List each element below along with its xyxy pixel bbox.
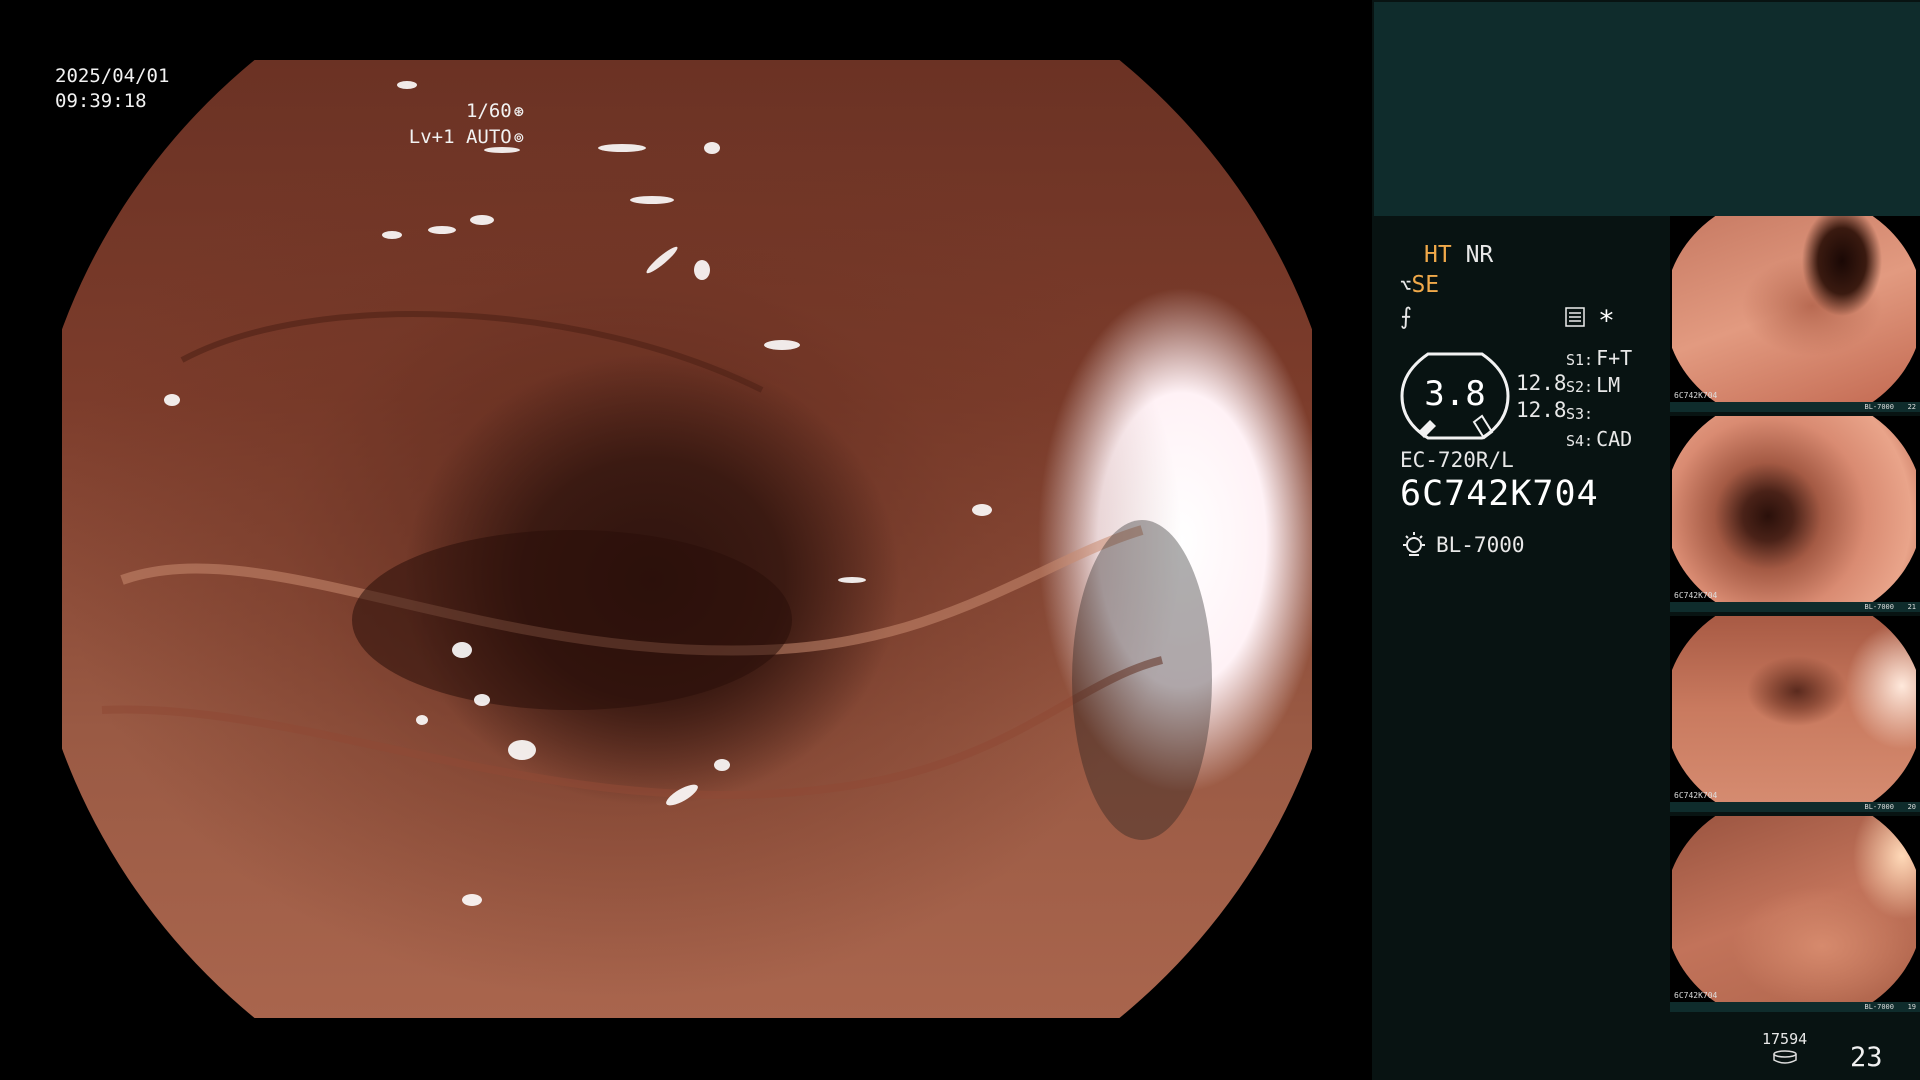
- thumbnail-serial: 6C742K704: [1674, 591, 1718, 600]
- scope-switch-settings: S1: F+T S2: LM S3: S4: CAD: [1566, 346, 1632, 454]
- storage-count: 17594: [1762, 1030, 1808, 1048]
- gauge-value: 3.8: [1424, 374, 1486, 414]
- scope-serial-number: 6C742K704: [1400, 474, 1599, 514]
- switch-s3: S3:: [1566, 405, 1594, 423]
- video-settings-overlay: 1/60 ⊛ Lv+1 AUTO ⊚: [409, 99, 524, 151]
- mucosa-highlights: [101, 81, 1212, 906]
- thumbnail-serial: 6C742K704: [1674, 791, 1718, 800]
- thumbnail-image: [1672, 816, 1916, 1002]
- thumbnail-lamp: BL-7000: [1864, 1003, 1894, 1011]
- nr-indicator: NR: [1465, 242, 1494, 268]
- light-source-model: BL-7000: [1436, 533, 1525, 557]
- thumbnail-image: [1672, 416, 1916, 602]
- thumbnail-index: 22: [1907, 403, 1916, 411]
- storage-counter: 17594: [1762, 1030, 1807, 1064]
- storage-disk-icon: [1772, 1050, 1797, 1064]
- thumbnail-index: 20: [1907, 803, 1916, 811]
- endoscope-live-view: 2025/04/01 09:39:18 1/60 ⊛ Lv+1 AUTO ⊚: [0, 0, 1372, 1080]
- switch-s4: S4: CAD: [1566, 427, 1633, 451]
- iris-mode: AUTO: [465, 126, 512, 148]
- time-text: 09:39:18: [55, 90, 147, 112]
- brightness-level: Lv+1: [408, 126, 455, 148]
- shutter-speed: 1/60: [465, 100, 512, 122]
- freeze-function-icon: ⨍: [1400, 304, 1412, 330]
- thumbnail-index: 21: [1907, 603, 1916, 611]
- thumbnail-image: [1672, 216, 1916, 402]
- capture-thumbnail[interactable]: 6C742K704 BL-7000 19: [1670, 816, 1920, 1012]
- settings-list-icon: [1565, 307, 1585, 327]
- image-page-number: 23: [1850, 1042, 1883, 1073]
- capture-thumbnail[interactable]: 6C742K704 BL-7000 20: [1670, 616, 1920, 812]
- iris-icon: ⊚: [513, 128, 524, 148]
- endoscopy-monitor: 2025/04/01 09:39:18 1/60 ⊛ Lv+1 AUTO ⊚ HT …: [0, 0, 1920, 1080]
- processing-row-fs: ⨍: [1400, 304, 1412, 330]
- processing-row-se: ⌥SE: [1400, 272, 1439, 298]
- asterisk-indicator: *: [1598, 304, 1615, 337]
- thumbnail-lamp: BL-7000: [1864, 803, 1894, 811]
- date-time-overlay: 2025/04/01 09:39:18: [55, 64, 169, 114]
- gauge-reading-1: 12.8: [1516, 371, 1567, 395]
- date-text: 2025/04/01: [55, 65, 170, 87]
- switch-s2: S2: LM: [1566, 373, 1621, 397]
- thumbnail-serial: 6C742K704: [1674, 991, 1718, 1000]
- capture-thumbnail[interactable]: 6C742K704 BL-7000 22: [1670, 216, 1920, 412]
- capture-thumbnail[interactable]: 6C742K704 BL-7000 21: [1670, 416, 1920, 612]
- ht-indicator: HT: [1424, 242, 1452, 268]
- thumbnail-index: 19: [1907, 1003, 1916, 1011]
- gauge-reading-2: 12.8: [1516, 398, 1567, 422]
- light-source-row: BL-7000: [1400, 530, 1525, 558]
- scope-model: EC-720R/L: [1400, 448, 1514, 472]
- thumbnail-image: [1672, 616, 1916, 802]
- thumbnail-serial: 6C742K704: [1674, 391, 1718, 400]
- se-indicator: SE: [1411, 272, 1440, 298]
- thumbnail-lamp: BL-7000: [1864, 403, 1894, 411]
- switch-s1: S1: F+T: [1566, 346, 1633, 370]
- shutter-icon: ⊛: [513, 102, 524, 122]
- structure-enhance-icon: ⌥: [1400, 275, 1412, 297]
- light-bulb-icon: [1403, 532, 1425, 556]
- gauge-readings: 12.8 12.8: [1516, 370, 1567, 424]
- info-header-area: [1374, 2, 1920, 216]
- thumbnail-lamp: BL-7000: [1864, 603, 1894, 611]
- colon-lumen-image: [62, 60, 1312, 1018]
- processing-row-ht: HT NR: [1424, 242, 1493, 268]
